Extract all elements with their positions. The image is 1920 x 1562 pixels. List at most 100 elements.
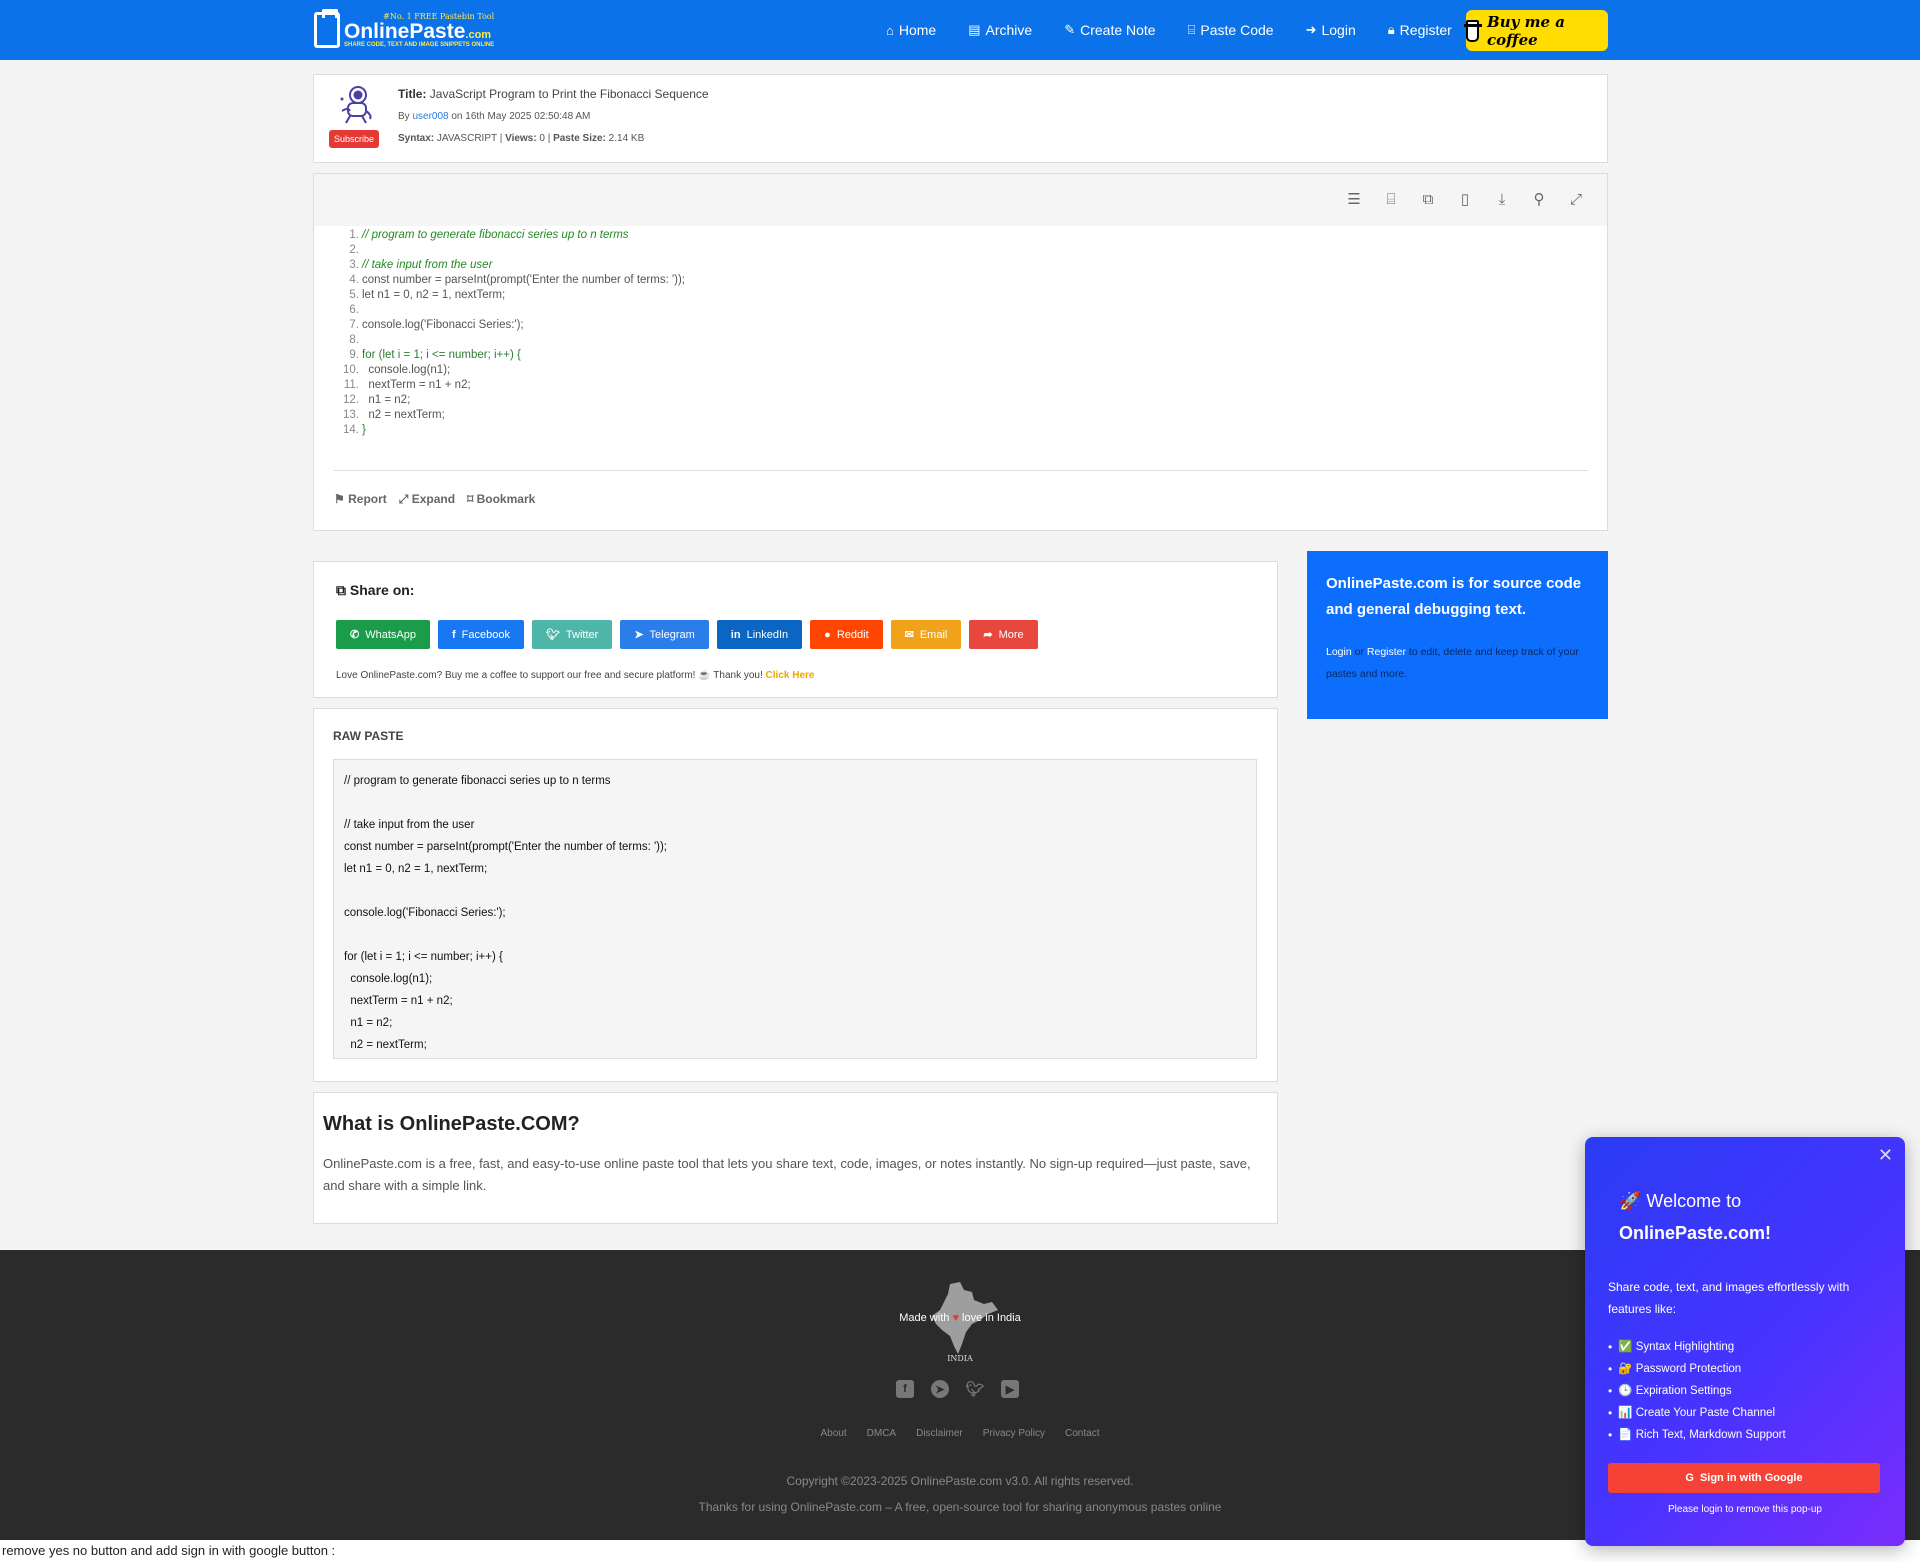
facebook-icon: f xyxy=(451,628,456,641)
twitter-icon: 🐦︎ xyxy=(545,629,560,641)
coffee-label: Buy me a coffee xyxy=(1487,12,1565,49)
nav-archive[interactable]: ▤ Archive xyxy=(968,22,1032,38)
nav-login[interactable]: ➜ Login xyxy=(1306,22,1356,38)
twitter-icon[interactable]: 🐦︎ xyxy=(965,1380,984,1398)
sidebar-login-link[interactable]: Login xyxy=(1326,646,1352,658)
raw-line: // program to generate fibonacci series … xyxy=(344,775,611,787)
nav-paste-code[interactable]: ⌸ Paste Code xyxy=(1188,22,1274,38)
raw-line xyxy=(344,792,667,814)
code-file-icon[interactable]: ⌸ xyxy=(1382,190,1400,208)
raw-line xyxy=(344,924,667,946)
paste-title: Title: JavaScript Program to Print the F… xyxy=(398,87,709,101)
search-icon[interactable]: ⚲ xyxy=(1530,190,1548,208)
sign-in-icon: ➜ xyxy=(1305,22,1317,37)
share-twitter-button[interactable]: 🐦︎ Twitter xyxy=(531,620,613,649)
sidebar-register-link[interactable]: Register xyxy=(1367,646,1406,658)
about-title: What is OnlinePaste.COM? xyxy=(323,1113,580,1135)
author-link[interactable]: user008 xyxy=(412,111,448,122)
code-line: 11. nextTerm = n1 + n2; xyxy=(343,379,471,391)
sidebar-text: Login or Register to edit, delete and ke… xyxy=(1326,646,1579,680)
nav-register[interactable]: 🔒︎ Register xyxy=(1388,22,1452,38)
raw-line: console.log(n1); xyxy=(344,973,433,985)
share-reddit-button[interactable]: ● Reddit xyxy=(810,620,883,649)
share-facebook-button[interactable]: f Facebook xyxy=(437,620,524,649)
click-here-link[interactable]: Click Here xyxy=(766,670,815,681)
sign-in-google-button[interactable]: G Sign in with Google xyxy=(1608,1463,1880,1493)
nav-create-note[interactable]: ✎ Create Note xyxy=(1064,22,1155,38)
clipboard-logo-icon xyxy=(314,9,340,48)
paste-meta: Syntax: JAVASCRIPT | Views: 0 | Paste Si… xyxy=(398,133,645,144)
raw-line: const number = parseInt(prompt('Enter th… xyxy=(344,841,668,853)
nav-paste-code-label: Paste Code xyxy=(1200,22,1274,38)
raw-paste-card: RAW PASTE // program to generate fibonac… xyxy=(313,708,1278,1082)
site-logo[interactable]: #No. 1 FREE Pastebin Tool OnlinePaste.co… xyxy=(314,9,494,50)
lock-icon: 🔒︎ xyxy=(1387,22,1395,37)
nav-login-label: Login xyxy=(1321,22,1356,38)
paste-byline: By user008 on 16th May 2025 02:50:48 AM xyxy=(398,111,590,122)
code-toolbar: ☰ ⌸ ⧉ ▯ ⤓ ⚲ ⤢ xyxy=(314,174,1607,226)
title-label: Title: xyxy=(398,87,427,101)
footer-link-contact[interactable]: Contact xyxy=(1065,1428,1099,1439)
share-more-button[interactable]: ➦ More xyxy=(969,620,1038,649)
telegram-icon[interactable]: ➤ xyxy=(931,1380,949,1398)
share-whatsapp-button[interactable]: ✆ WhatsApp xyxy=(336,620,430,649)
raw-line: n1 = n2; xyxy=(344,1017,393,1029)
raw-paste-title: RAW PASTE xyxy=(333,729,404,743)
footer-link-dmca[interactable]: DMCA xyxy=(867,1428,896,1439)
code-line: 12. n1 = n2; xyxy=(343,394,411,406)
footer-link-privacy-policy[interactable]: Privacy Policy xyxy=(983,1428,1045,1439)
info-sidebar: OnlinePaste.com is for source code and g… xyxy=(1307,551,1608,719)
bookmark-button[interactable]: ⌑ Bookmark xyxy=(467,492,535,507)
astronaut-avatar[interactable] xyxy=(336,85,376,125)
code-line: 7. console.log('Fibonacci Series:'); xyxy=(349,319,524,331)
subscribe-button[interactable]: Subscribe xyxy=(329,130,379,148)
about-card: What is OnlinePaste.COM? OnlinePaste.com… xyxy=(313,1092,1278,1224)
code-line: 10. console.log(n1); xyxy=(343,364,451,376)
size-value: 2.14 KB xyxy=(608,133,645,144)
share-card: ⧉ Share on: ✆ WhatsApp f Facebook 🐦︎ Twitter ➤… xyxy=(313,561,1278,698)
code-line: 14.} xyxy=(343,424,366,436)
expand-icon: ⤢ xyxy=(398,492,409,506)
welcome-popup: ✕ 🚀 Welcome to OnlinePaste.com! Share cod… xyxy=(1585,1137,1905,1546)
raw-line: for (let i = 1; i <= number; i++) { xyxy=(344,951,503,963)
google-icon: G xyxy=(1685,1472,1694,1484)
copy-icon[interactable]: ⧉ xyxy=(1419,190,1437,208)
coffee-cup-icon xyxy=(1463,19,1483,42)
nav-archive-label: Archive xyxy=(985,22,1033,38)
raw-line: n2 = nextTerm; xyxy=(344,1039,427,1051)
buy-me-coffee-button[interactable]: Buy me a coffee xyxy=(1463,10,1608,51)
popup-description: Share code, text, and images effortlessl… xyxy=(1608,1280,1850,1316)
code-line: 9. for (let i = 1; i <= number; i++) { xyxy=(349,349,521,361)
telegram-icon: ➤ xyxy=(634,629,644,641)
code-line: 3.// take input from the user xyxy=(349,259,493,271)
bookmark-icon: ⌑ xyxy=(467,492,474,506)
archive-icon: ▤ xyxy=(968,22,981,37)
popup-feature-item: 📄 Rich Text, Markdown Support xyxy=(1608,1424,1786,1446)
popup-feature-list: ✅ Syntax Highlighting🔐 Password Protecti… xyxy=(1608,1336,1786,1446)
report-button[interactable]: ⚑ Report xyxy=(334,492,387,507)
youtube-icon[interactable]: ▶ xyxy=(1001,1380,1019,1398)
share-linkedin-button[interactable]: in LinkedIn xyxy=(716,620,803,649)
close-icon[interactable]: ✕ xyxy=(1878,1145,1893,1166)
code-line: 6. xyxy=(349,304,359,316)
sidebar-heading: OnlinePaste.com is for source code and g… xyxy=(1326,575,1582,618)
expand-icon[interactable]: ⤢ xyxy=(1567,190,1585,208)
raw-paste-textarea[interactable]: // program to generate fibonacci series … xyxy=(333,759,1257,1059)
list-numbered-icon[interactable]: ☰ xyxy=(1345,190,1363,208)
raw-line: nextTerm = n1 + n2; xyxy=(344,995,453,1007)
footer-link-disclaimer[interactable]: Disclaimer xyxy=(916,1428,963,1439)
home-icon: ⌂ xyxy=(886,22,894,38)
raw-line xyxy=(344,880,667,902)
code-block[interactable]: 1.// program to generate fibonacci serie… xyxy=(334,228,685,438)
expand-button[interactable]: ⤢ Expand xyxy=(399,492,455,507)
about-text: OnlinePaste.com is a free, fast, and eas… xyxy=(323,1156,1251,1193)
download-icon[interactable]: ⤓ xyxy=(1493,190,1511,208)
footer-link-about[interactable]: About xyxy=(821,1428,847,1439)
share-email-button[interactable]: ✉ Email xyxy=(890,620,962,649)
share-telegram-button[interactable]: ➤ Telegram xyxy=(620,620,709,649)
facebook-icon[interactable]: f xyxy=(896,1380,914,1398)
document-icon[interactable]: ▯ xyxy=(1456,190,1474,208)
code-line: 5. let n1 = 0, n2 = 1, nextTerm; xyxy=(349,289,506,301)
nav-home[interactable]: ⌂ Home xyxy=(886,22,936,38)
share-title: ⧉ Share on: xyxy=(336,582,415,598)
